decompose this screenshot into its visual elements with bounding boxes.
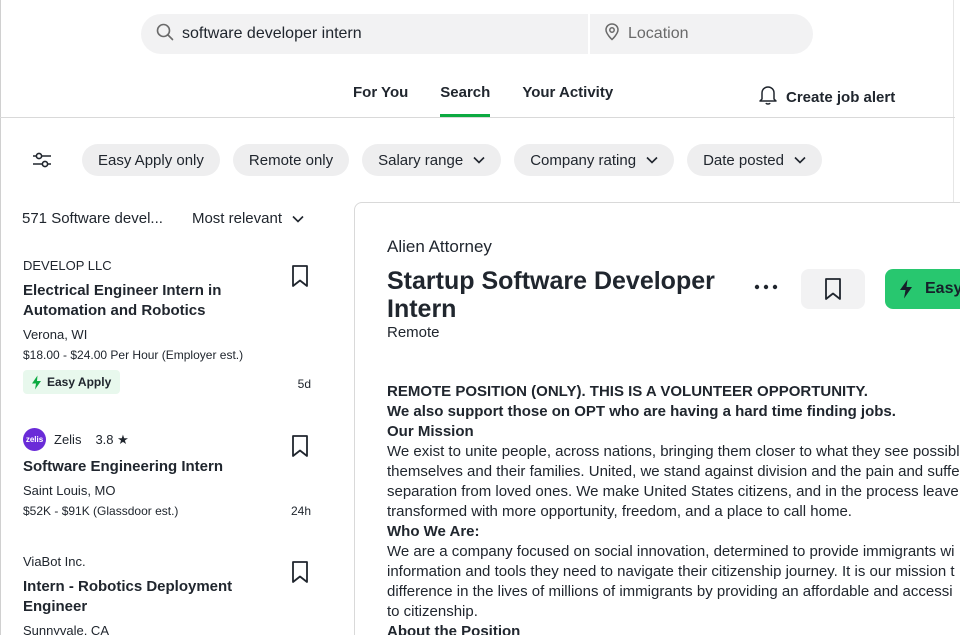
location-search <box>590 14 813 54</box>
bookmark-icon[interactable] <box>291 264 311 288</box>
more-options-icon[interactable] <box>751 275 781 299</box>
description-line: We exist to unite people, across nations… <box>387 443 960 460</box>
company-name: Zelis <box>54 432 82 447</box>
job-location: Sunnyvale, CA <box>23 623 109 635</box>
job-detail-panel: Alien Attorney Startup Software Develope… <box>354 202 960 635</box>
filter-chips: Easy Apply only Remote only Salary range… <box>82 144 822 176</box>
filter-date-posted[interactable]: Date posted <box>687 144 822 176</box>
job-salary: $52K - $91K (Glassdoor est.) <box>23 504 179 518</box>
company-row: zelis Zelis 3.8 ★ <box>23 428 313 451</box>
job-location: Saint Louis, MO <box>23 483 116 498</box>
job-age: 24h <box>290 504 311 518</box>
chevron-down-icon <box>794 156 806 164</box>
description-heading: Who We Are: <box>387 523 480 540</box>
nav-tabs: For You Search Your Activity <box>353 84 613 118</box>
job-salary: $18.00 - $24.00 Per Hour (Employer est.) <box>23 348 244 362</box>
chevron-down-icon <box>292 215 304 223</box>
results-count: 571 Software devel... <box>22 210 163 227</box>
company-logo: zelis <box>23 428 46 451</box>
tabs-divider <box>0 117 955 118</box>
description-line: to citizenship. <box>387 603 478 620</box>
bookmark-icon[interactable] <box>291 434 311 458</box>
job-title[interactable]: Software Engineering Intern <box>23 457 253 477</box>
filter-date-posted-label: Date posted <box>703 151 784 169</box>
job-card[interactable]: zelis Zelis 3.8 ★ Software Engineering I… <box>23 428 313 518</box>
detail-location: Remote <box>387 324 440 341</box>
create-job-alert-button[interactable]: Create job alert <box>758 84 895 110</box>
bell-icon <box>758 84 778 110</box>
description-heading: Our Mission <box>387 423 474 440</box>
location-pin-icon <box>604 22 620 46</box>
job-title[interactable]: Intern - Robotics Deployment Engineer <box>23 577 253 617</box>
easy-apply-label: Easy <box>925 280 960 297</box>
company-name: DEVELOP LLC <box>23 258 112 273</box>
job-age: 5d <box>297 377 311 391</box>
easy-apply-label: Easy Apply <box>47 375 112 389</box>
description-line: We also support those on OPT who are hav… <box>387 403 896 420</box>
bookmark-icon[interactable] <box>291 560 311 584</box>
job-card[interactable]: DEVELOP LLC Electrical Engineer Intern i… <box>23 258 313 395</box>
filter-company-rating-label: Company rating <box>530 151 637 169</box>
filter-sliders-icon[interactable] <box>31 150 53 170</box>
company-rating: 3.8 ★ <box>95 431 129 447</box>
description-line: separation from loved ones. We make Unit… <box>387 483 959 500</box>
job-title[interactable]: Electrical Engineer Intern in Automation… <box>23 281 253 321</box>
filter-company-rating[interactable]: Company rating <box>514 144 675 176</box>
job-description: REMOTE POSITION (ONLY). THIS IS A VOLUNT… <box>387 382 960 635</box>
filter-remote-only[interactable]: Remote only <box>232 144 350 176</box>
filter-salary-range[interactable]: Salary range <box>362 144 502 176</box>
chevron-down-icon <box>473 156 485 164</box>
description-line: information and tools they need to navig… <box>387 563 955 580</box>
lightning-icon <box>900 279 912 299</box>
search-icon <box>156 23 174 46</box>
job-card[interactable]: ViaBot Inc. Intern - Robotics Deployment… <box>23 554 313 635</box>
filter-remote-only-label: Remote only <box>248 151 334 169</box>
description-heading: About the Position <box>387 623 521 635</box>
filter-easy-apply[interactable]: Easy Apply only <box>82 144 220 176</box>
company-name: ViaBot Inc. <box>23 554 86 569</box>
detail-job-title: Startup Software Developer Intern <box>387 267 715 323</box>
search-bar <box>141 14 813 54</box>
location-input[interactable] <box>628 25 788 43</box>
chevron-down-icon <box>646 156 658 164</box>
job-location: Verona, WI <box>23 327 88 342</box>
bookmark-icon <box>825 278 841 300</box>
create-job-alert-label: Create job alert <box>786 88 896 106</box>
filter-salary-range-label: Salary range <box>378 151 464 169</box>
window-left-border <box>0 0 1 635</box>
results-header: 571 Software devel... Most relevant <box>22 210 312 227</box>
description-line: REMOTE POSITION (ONLY). THIS IS A VOLUNT… <box>387 383 868 400</box>
keyword-search <box>141 14 590 54</box>
save-job-button[interactable] <box>801 269 865 309</box>
description-line: transformed with more opportunity, freed… <box>387 503 852 520</box>
tab-search[interactable]: Search <box>440 84 491 118</box>
description-line: difference in the lives of millions of i… <box>387 583 953 600</box>
sort-dropdown[interactable]: Most relevant <box>192 210 304 227</box>
keyword-input[interactable] <box>182 25 572 43</box>
detail-company-name[interactable]: Alien Attorney <box>387 237 492 257</box>
easy-apply-badge: Easy Apply <box>23 370 121 394</box>
description-line: We are a company focused on social innov… <box>387 543 955 560</box>
tab-for-you[interactable]: For You <box>353 84 408 118</box>
description-line: themselves and their families. United, w… <box>387 463 960 480</box>
sort-label: Most relevant <box>191 210 282 227</box>
tab-your-activity[interactable]: Your Activity <box>522 84 613 118</box>
filter-easy-apply-label: Easy Apply only <box>98 151 204 169</box>
easy-apply-button[interactable]: Easy <box>885 269 960 309</box>
lightning-icon <box>32 375 41 389</box>
